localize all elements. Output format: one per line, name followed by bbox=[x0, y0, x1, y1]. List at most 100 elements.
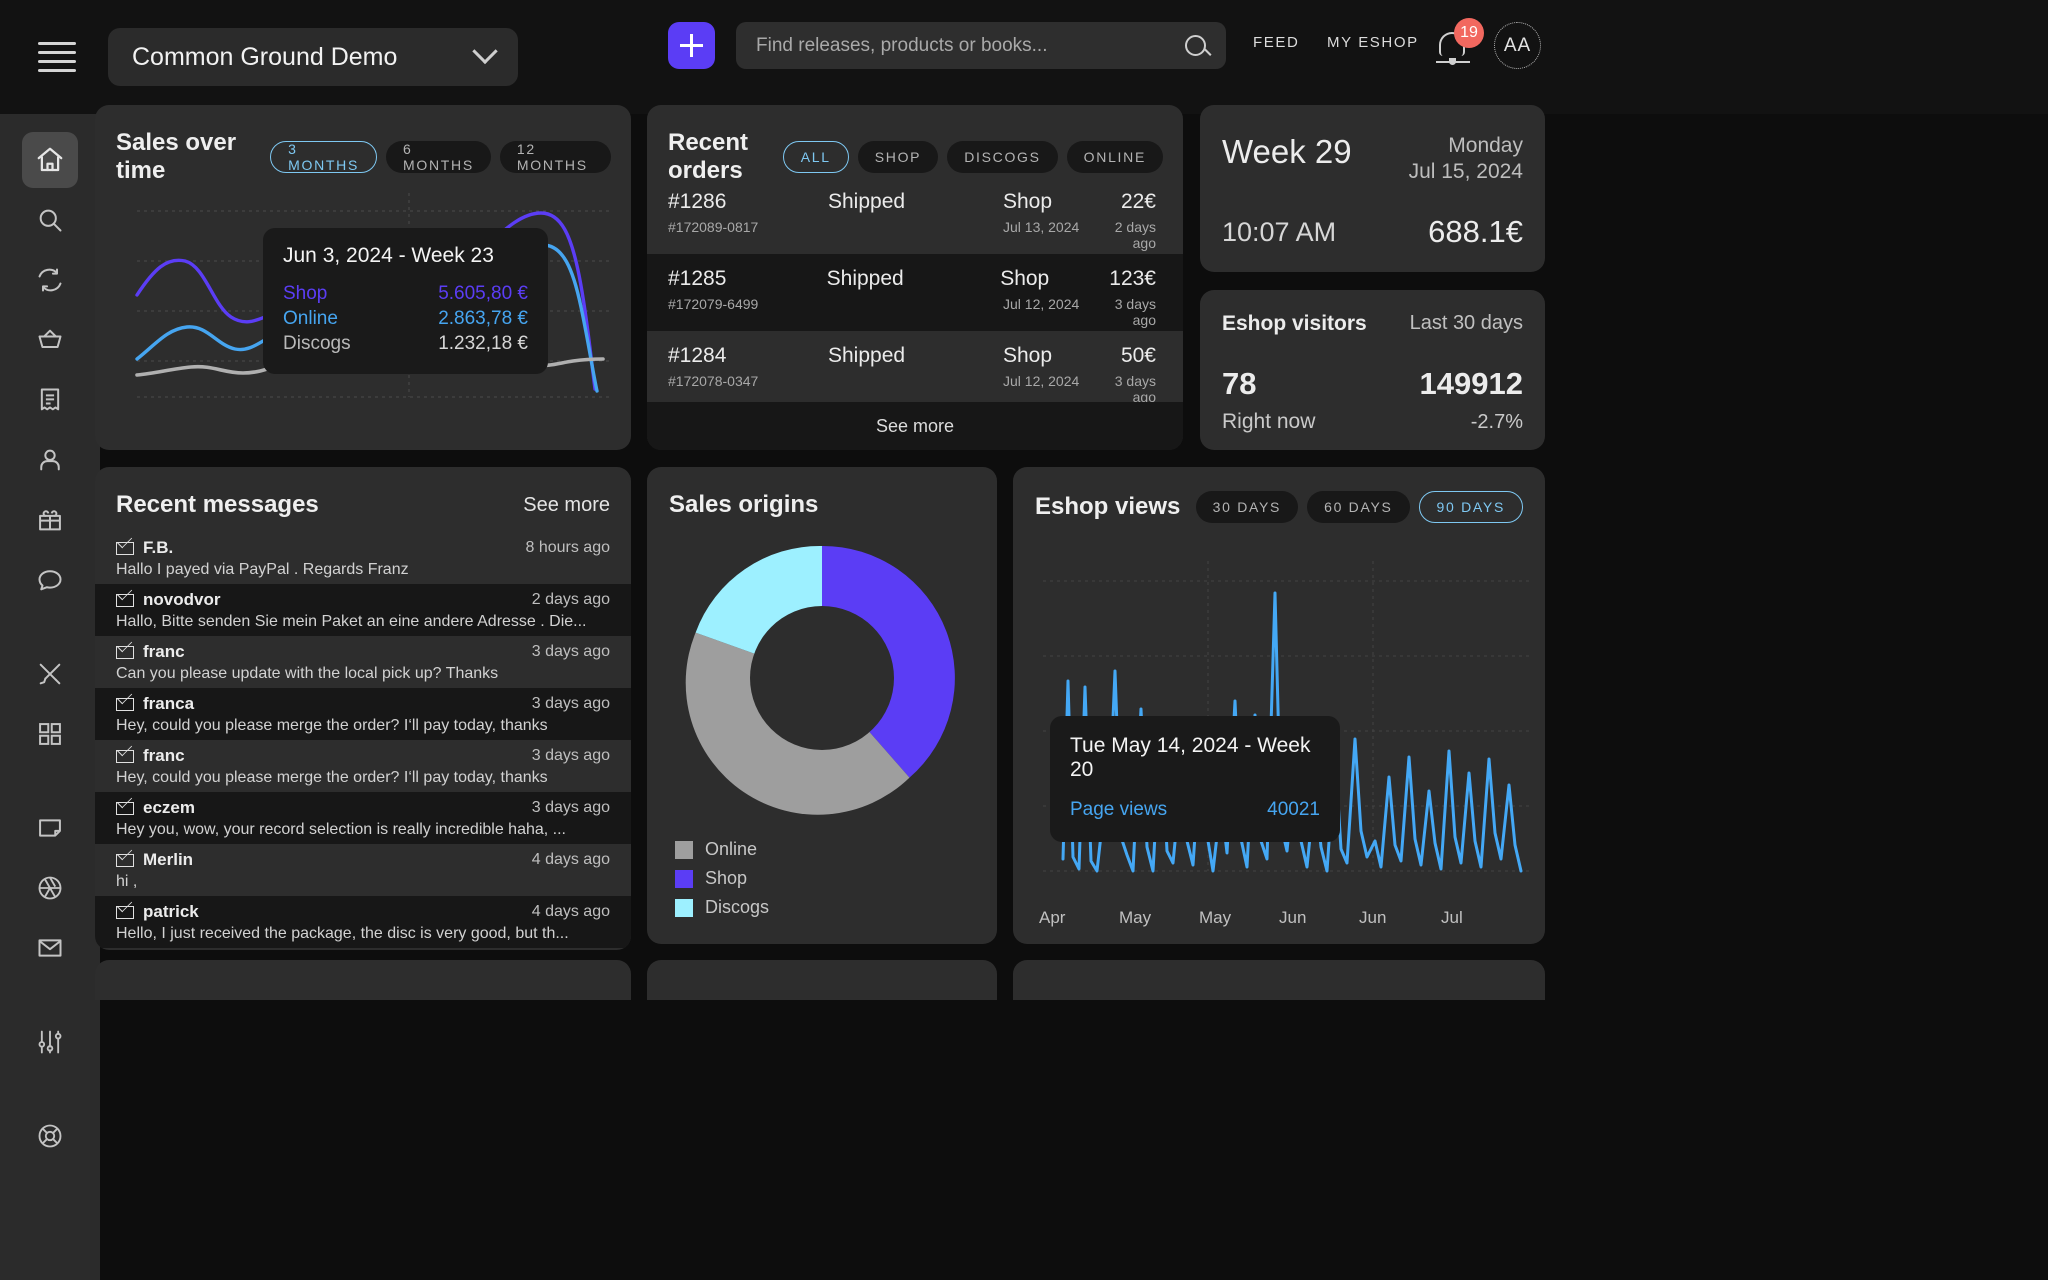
order-price: 123€ bbox=[1109, 267, 1156, 290]
list-item[interactable]: novodvor 2 days ago Hallo, Bitte senden … bbox=[95, 584, 631, 636]
list-item[interactable]: patrick 4 days ago Hello, I just receive… bbox=[95, 896, 631, 948]
list-item[interactable]: eczem 3 days ago Hey you, wow, your reco… bbox=[95, 792, 631, 844]
sync-icon bbox=[36, 266, 64, 294]
envelope-icon bbox=[116, 697, 134, 711]
week-amount: 688.1€ bbox=[1428, 214, 1523, 249]
tooltip-row-discogs: Discogs 1.232,18 € bbox=[283, 331, 528, 356]
eshop-visitors-range: Last 30 days bbox=[1409, 312, 1523, 334]
message-time: 3 days ago bbox=[531, 799, 610, 816]
views-xtick-3: Jun bbox=[1279, 908, 1307, 927]
hamburger-icon[interactable] bbox=[38, 42, 76, 72]
envelope-icon bbox=[116, 801, 134, 815]
sidebar-item-receipt[interactable] bbox=[22, 372, 78, 428]
order-channel: Shop bbox=[1000, 267, 1050, 290]
sidebar-item-mail[interactable] bbox=[22, 920, 78, 976]
order-secondary-line: #172079-6499 Jul 12, 2024 3 days ago bbox=[668, 296, 1156, 328]
range-30-days[interactable]: 30 DAYS bbox=[1195, 491, 1299, 523]
nav-feed[interactable]: FEED bbox=[1253, 34, 1299, 51]
aperture-icon bbox=[36, 874, 64, 902]
current-time: 10:07 AM bbox=[1222, 217, 1337, 247]
sidebar-item-note[interactable] bbox=[22, 800, 78, 856]
legend-item-online: Online bbox=[675, 839, 769, 860]
add-button[interactable] bbox=[668, 22, 715, 69]
sidebar-item-aperture[interactable] bbox=[22, 860, 78, 916]
message-sender: Merlin bbox=[143, 850, 194, 869]
recent-messages-title: Recent messages bbox=[116, 491, 319, 518]
list-item[interactable]: franc 3 days ago Hey, could you please m… bbox=[95, 740, 631, 792]
filter-discogs[interactable]: DISCOGS bbox=[947, 141, 1058, 173]
home-icon bbox=[35, 145, 65, 175]
order-secondary-line: #172078-0347 Jul 12, 2024 3 days ago bbox=[668, 373, 1156, 405]
list-item[interactable]: F.B. 8 hours ago Hallo I payed via PayPa… bbox=[95, 532, 631, 584]
sales-origins-chart[interactable] bbox=[675, 531, 969, 825]
message-header: franca 3 days ago bbox=[116, 694, 610, 714]
table-row[interactable]: #1285 Shipped Shop 123€ #172079-6499 Jul… bbox=[647, 254, 1183, 331]
filter-shop[interactable]: SHOP bbox=[857, 141, 939, 173]
table-row[interactable]: #1284 Shipped Shop 50€ #172078-0347 Jul … bbox=[647, 331, 1183, 408]
search-box[interactable] bbox=[736, 22, 1226, 69]
next-card-right bbox=[1013, 960, 1545, 1000]
order-id: #1286 bbox=[668, 190, 727, 213]
filter-all[interactable]: ALL bbox=[782, 141, 849, 173]
envelope-icon bbox=[116, 749, 134, 763]
table-row[interactable]: #1286 Shipped Shop 22€ #172089-0817 Jul … bbox=[647, 177, 1183, 254]
sidebar-item-gift[interactable] bbox=[22, 492, 78, 548]
range-12-months[interactable]: 12 MONTHS bbox=[499, 141, 611, 173]
avatar[interactable]: AA bbox=[1494, 22, 1541, 69]
see-more-messages-button[interactable]: See more bbox=[523, 494, 610, 517]
filter-online[interactable]: ONLINE bbox=[1066, 141, 1163, 173]
sidebar-item-tools[interactable] bbox=[22, 646, 78, 702]
message-sender: F.B. bbox=[143, 538, 174, 557]
sidebar bbox=[0, 114, 100, 1280]
search-icon[interactable] bbox=[1185, 35, 1206, 56]
nav-my-eshop[interactable]: MY ESHOP bbox=[1327, 34, 1419, 51]
message-body: Can you please update with the local pic… bbox=[116, 665, 499, 682]
notifications-button[interactable]: 19 bbox=[1434, 18, 1484, 68]
views-tooltip-label: Page views bbox=[1070, 799, 1168, 820]
list-item[interactable]: franc 3 days ago Can you please update w… bbox=[95, 636, 631, 688]
sidebar-item-sync[interactable] bbox=[22, 252, 78, 308]
top-bar: Common Ground Demo FEED MY ESHOP 19 AA bbox=[0, 0, 2048, 114]
sidebar-item-home[interactable] bbox=[22, 132, 78, 188]
search-input[interactable] bbox=[756, 34, 1185, 57]
sidebar-item-help[interactable] bbox=[22, 1108, 78, 1164]
message-sender: novodvor bbox=[143, 590, 221, 609]
legend-swatch-discogs bbox=[675, 898, 693, 917]
message-header: eczem 3 days ago bbox=[116, 798, 610, 818]
eshop-visitors-card: Eshop visitors Last 30 days 78 Right now… bbox=[1200, 290, 1545, 450]
sidebar-item-basket[interactable] bbox=[22, 312, 78, 368]
message-body: Hey you, wow, your record selection is r… bbox=[116, 821, 566, 838]
see-more-orders-button[interactable]: See more bbox=[647, 402, 1183, 450]
order-date: Jul 12, 2024 bbox=[1003, 296, 1080, 312]
range-90-days[interactable]: 90 DAYS bbox=[1418, 491, 1523, 523]
visitors-total-value: 149912 bbox=[1419, 366, 1523, 401]
legend-swatch-shop bbox=[675, 869, 693, 888]
order-ago: 3 days ago bbox=[1114, 373, 1156, 405]
sidebar-item-user[interactable] bbox=[22, 432, 78, 488]
tooltip-row-online: Online 2.863,78 € bbox=[283, 306, 528, 331]
message-time: 3 days ago bbox=[531, 643, 610, 660]
range-6-months[interactable]: 6 MONTHS bbox=[386, 141, 491, 173]
sidebar-item-search[interactable] bbox=[22, 192, 78, 248]
order-ago: 2 days ago bbox=[1114, 219, 1156, 251]
eshop-views-title: Eshop views bbox=[1035, 493, 1181, 520]
sidebar-item-sliders[interactable] bbox=[22, 1014, 78, 1070]
tooltip-row-shop: Shop 5.605,80 € bbox=[283, 281, 528, 306]
range-3-months[interactable]: 3 MONTHS bbox=[270, 141, 378, 173]
sales-tooltip: Jun 3, 2024 - Week 23 Shop 5.605,80 € On… bbox=[263, 228, 548, 375]
list-item[interactable]: Merlin 4 days ago hi , bbox=[95, 844, 631, 896]
message-body: Hello, I just received the package, the … bbox=[116, 925, 569, 942]
sidebar-item-chat[interactable] bbox=[22, 552, 78, 608]
receipt-icon bbox=[36, 386, 64, 414]
sidebar-item-grid[interactable] bbox=[22, 706, 78, 762]
order-spacer bbox=[828, 373, 1003, 405]
list-item[interactable]: franca 3 days ago Hey, could you please … bbox=[95, 688, 631, 740]
week-summary-card: Week 29 Monday Jul 15, 2024 10:07 AM 688… bbox=[1200, 105, 1545, 272]
org-selector[interactable]: Common Ground Demo bbox=[108, 28, 518, 86]
sales-origins-title: Sales origins bbox=[669, 491, 819, 518]
envelope-icon bbox=[116, 541, 134, 555]
basket-icon bbox=[36, 326, 64, 354]
eshop-views-header: Eshop views 30 DAYS 60 DAYS 90 DAYS bbox=[1035, 491, 1523, 523]
order-price: 50€ bbox=[1120, 344, 1156, 367]
range-60-days[interactable]: 60 DAYS bbox=[1307, 491, 1410, 523]
